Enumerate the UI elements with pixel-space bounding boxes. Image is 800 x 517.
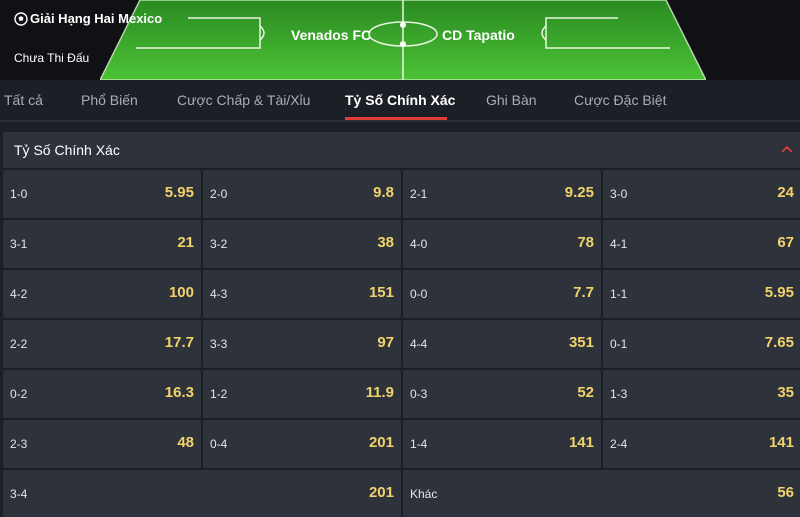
- market-tabs: Tất cả Phổ Biến Cược Chấp & Tài/Xỉu Tỷ S…: [0, 80, 800, 122]
- score-label: 4-0: [410, 237, 428, 251]
- score-odd-cell[interactable]: 4-4 351: [403, 320, 601, 368]
- odd-value: 141: [768, 434, 794, 451]
- score-odd-cell[interactable]: 0-3 52: [403, 370, 601, 418]
- odd-value: 201: [368, 434, 394, 451]
- score-odd-cell[interactable]: 3-3 97: [203, 320, 401, 368]
- league-name: Giải Hạng Hai Mexico: [14, 11, 162, 26]
- chevron-up-icon[interactable]: [780, 142, 794, 156]
- odd-value: 151: [368, 284, 394, 301]
- odd-value: 9.25: [564, 184, 594, 201]
- odd-value: 48: [177, 434, 194, 451]
- odd-value: 16.3: [164, 384, 194, 401]
- correct-score-section: Tỷ Số Chính Xác 1-0 5.95 2-0 9.8 2-1 9.25 3-0 2…: [3, 132, 800, 517]
- odd-value: 17.7: [164, 334, 194, 351]
- score-label: 4-3: [210, 287, 228, 301]
- odd-value: 11.9: [365, 384, 394, 401]
- tab-correct-score[interactable]: Tỷ Số Chính Xác: [345, 92, 455, 108]
- score-label: 2-3: [10, 437, 28, 451]
- score-odd-cell[interactable]: 0-0 7.7: [403, 270, 601, 318]
- score-label: 1-4: [410, 437, 428, 451]
- section-header[interactable]: Tỷ Số Chính Xác: [3, 132, 800, 168]
- score-label: 1-2: [210, 387, 228, 401]
- score-odd-cell[interactable]: 4-1 67: [603, 220, 800, 268]
- score-label: 0-0: [410, 287, 428, 301]
- odd-value: 67: [777, 234, 794, 251]
- score-odd-cell[interactable]: 2-1 9.25: [403, 170, 601, 218]
- soccer-ball-icon: [14, 11, 28, 26]
- score-label: 3-1: [10, 237, 28, 251]
- score-label: 3-4: [10, 487, 28, 501]
- odd-value: 21: [177, 234, 194, 251]
- odd-value: 351: [568, 334, 594, 351]
- odd-value: 35: [777, 384, 794, 401]
- odd-value: 38: [377, 234, 394, 251]
- odd-value: 5.95: [764, 284, 794, 301]
- score-label: 3-3: [210, 337, 228, 351]
- away-team-name: CD Tapatio: [442, 27, 515, 43]
- football-pitch-graphic: [100, 0, 706, 80]
- score-odd-cell[interactable]: 2-4 141: [603, 420, 800, 468]
- odd-value: 141: [568, 434, 594, 451]
- odd-value: 100: [168, 284, 194, 301]
- score-label: 1-1: [610, 287, 628, 301]
- score-odd-cell[interactable]: 0-2 16.3: [3, 370, 201, 418]
- score-odd-cell[interactable]: 3-2 38: [203, 220, 401, 268]
- score-label: 4-1: [610, 237, 628, 251]
- score-odd-cell[interactable]: 1-1 5.95: [603, 270, 800, 318]
- score-odd-cell[interactable]: 0-1 7.65: [603, 320, 800, 368]
- score-label: 1-0: [10, 187, 28, 201]
- tab-popular[interactable]: Phổ Biến: [81, 92, 138, 108]
- odd-value: 7.7: [573, 284, 594, 301]
- tab-all[interactable]: Tất cả: [4, 92, 43, 108]
- score-odd-cell[interactable]: 0-4 201: [203, 420, 401, 468]
- league-label: Giải Hạng Hai Mexico: [30, 11, 163, 26]
- score-label: 0-3: [410, 387, 428, 401]
- odd-value: 201: [368, 484, 394, 501]
- score-label: 3-0: [610, 187, 628, 201]
- tab-specials[interactable]: Cược Đặc Biệt: [574, 92, 666, 108]
- score-odd-cell[interactable]: 2-2 17.7: [3, 320, 201, 368]
- tab-handicap-over-under[interactable]: Cược Chấp & Tài/Xỉu: [177, 92, 310, 108]
- active-tab-indicator: [345, 117, 447, 120]
- score-odd-cell[interactable]: 1-3 35: [603, 370, 800, 418]
- score-label: 2-0: [210, 187, 228, 201]
- odd-value: 56: [777, 484, 794, 501]
- odd-value: 7.65: [764, 334, 794, 351]
- score-odd-cell[interactable]: 3-0 24: [603, 170, 800, 218]
- score-label: Khác: [410, 487, 438, 501]
- score-label: 2-2: [10, 337, 28, 351]
- score-label: 4-2: [10, 287, 28, 301]
- score-odd-cell[interactable]: 2-0 9.8: [203, 170, 401, 218]
- tab-goalscorer[interactable]: Ghi Bàn: [486, 92, 537, 108]
- score-odd-cell[interactable]: 4-0 78: [403, 220, 601, 268]
- match-status: Chưa Thi Đấu: [14, 51, 90, 65]
- score-label: 2-1: [410, 187, 428, 201]
- score-label: 4-4: [410, 337, 428, 351]
- score-label: 2-4: [610, 437, 628, 451]
- odd-value: 52: [577, 384, 594, 401]
- odd-value: 9.8: [373, 184, 394, 201]
- score-odd-cell[interactable]: 4-2 100: [3, 270, 201, 318]
- odd-value: 97: [377, 334, 394, 351]
- score-odd-cell[interactable]: 1-0 5.95: [3, 170, 201, 218]
- score-label: 3-2: [210, 237, 228, 251]
- odd-value: 78: [577, 234, 594, 251]
- odd-value: 5.95: [164, 184, 194, 201]
- score-odd-cell[interactable]: 4-3 151: [203, 270, 401, 318]
- score-odd-cell[interactable]: Khác 56: [403, 470, 800, 517]
- section-title: Tỷ Số Chính Xác: [14, 142, 120, 158]
- score-label: 0-4: [210, 437, 228, 451]
- score-odd-cell[interactable]: 1-4 141: [403, 420, 601, 468]
- score-label: 1-3: [610, 387, 628, 401]
- score-label: 0-1: [610, 337, 628, 351]
- score-odd-cell[interactable]: 2-3 48: [3, 420, 201, 468]
- score-label: 0-2: [10, 387, 28, 401]
- score-odd-cell[interactable]: 3-1 21: [3, 220, 201, 268]
- score-odd-cell[interactable]: 3-4 201: [3, 470, 401, 517]
- odd-value: 24: [777, 184, 794, 201]
- match-header: Giải Hạng Hai Mexico Chưa Thi Đấu Venado…: [0, 0, 800, 80]
- home-team-name: Venados FC: [291, 27, 372, 43]
- score-odd-cell[interactable]: 1-2 11.9: [203, 370, 401, 418]
